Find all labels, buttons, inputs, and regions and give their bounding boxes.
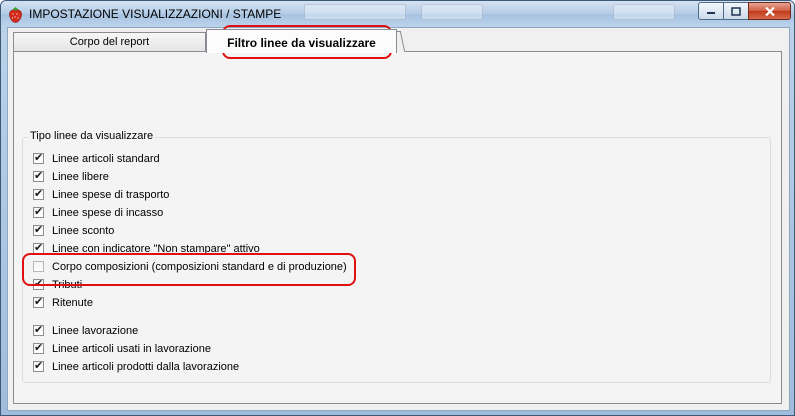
maximize-icon	[731, 6, 741, 16]
option-highlight-annotation	[22, 253, 356, 286]
checkbox[interactable]	[33, 359, 44, 373]
option-label: Ritenute	[52, 296, 93, 309]
line-type-option[interactable]: Linee lavorazione	[33, 323, 138, 338]
background-ghost	[304, 4, 406, 20]
line-type-option[interactable]: Linee sconto	[33, 223, 114, 238]
line-type-option[interactable]: Linee articoli usati in lavorazione	[33, 341, 211, 356]
background-ghost	[613, 4, 675, 20]
maximize-button[interactable]	[723, 2, 749, 20]
background-ghost	[421, 4, 483, 20]
tab-label: Corpo del report	[69, 36, 150, 48]
dialog-window: IMPOSTAZIONE VISUALIZZAZIONI / STAMPE Co…	[0, 0, 795, 416]
dialog-client-area: Corpo del report Filtro linee da visuali…	[7, 27, 790, 411]
option-label: Linee articoli standard	[52, 152, 160, 165]
option-label: Linee spese di incasso	[52, 206, 164, 219]
line-type-option[interactable]: Linee libere	[33, 169, 109, 184]
checkbox[interactable]	[33, 341, 44, 355]
line-type-option[interactable]: Linee articoli standard	[33, 151, 160, 166]
line-type-option[interactable]: Ritenute	[33, 295, 93, 310]
option-label: Linee lavorazione	[52, 324, 139, 337]
option-label: Linee articoli usati in lavorazione	[52, 342, 211, 355]
checkbox[interactable]	[33, 187, 44, 201]
line-type-option[interactable]: Linee spese di incasso	[33, 205, 163, 220]
strawberry-icon	[9, 7, 22, 23]
tab-corpo-del-report[interactable]: Corpo del report	[13, 32, 206, 52]
option-label: Linee spese di trasporto	[52, 188, 170, 201]
checkbox[interactable]	[33, 169, 44, 183]
line-type-option[interactable]: Linee articoli prodotti dalla lavorazion…	[33, 359, 239, 374]
minimize-button[interactable]	[698, 2, 724, 20]
checkbox[interactable]	[33, 295, 44, 309]
close-icon	[764, 6, 775, 16]
tab-panel: Tipo linee da visualizzare Linee articol…	[13, 51, 782, 404]
option-label: Linee libere	[52, 170, 109, 183]
close-button[interactable]	[748, 2, 791, 20]
minimize-icon	[707, 12, 715, 14]
checkbox[interactable]	[33, 223, 44, 237]
checkbox[interactable]	[33, 323, 44, 337]
checkbox[interactable]	[33, 205, 44, 219]
groupbox-title: Tipo linee da visualizzare	[28, 130, 156, 142]
window-title: IMPOSTAZIONE VISUALIZZAZIONI / STAMPE	[29, 7, 282, 21]
checkbox[interactable]	[33, 151, 44, 165]
tab-filtro-linee[interactable]: Filtro linee da visualizzare	[206, 29, 397, 53]
tab-label: Filtro linee da visualizzare	[227, 36, 376, 50]
title-bar[interactable]: IMPOSTAZIONE VISUALIZZAZIONI / STAMPE	[1, 1, 794, 27]
line-type-option[interactable]: Linee spese di trasporto	[33, 187, 169, 202]
option-label: Linee sconto	[52, 224, 115, 237]
option-label: Linee articoli prodotti dalla lavorazion…	[52, 360, 240, 373]
